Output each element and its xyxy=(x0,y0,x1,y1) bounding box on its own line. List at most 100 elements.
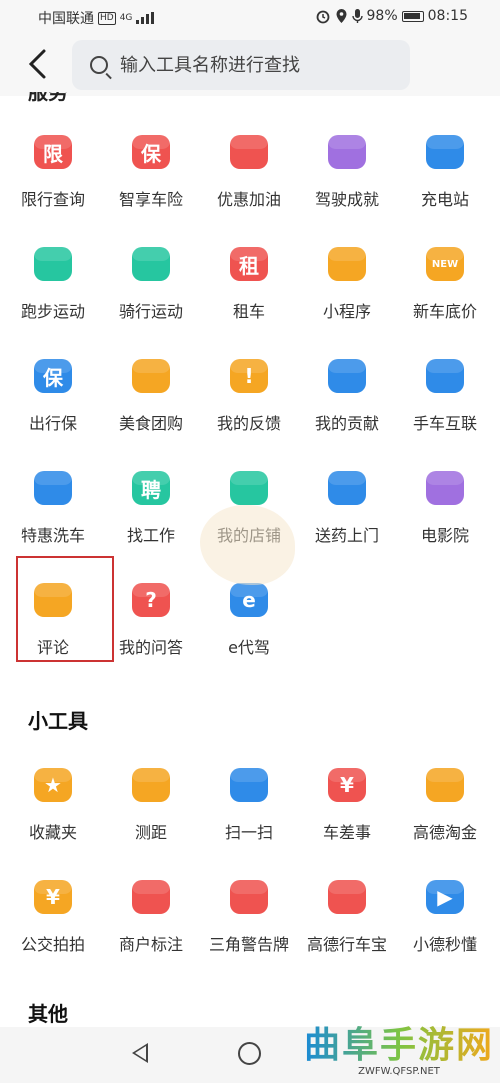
watermark-url: ZWFW.QFSP.NET xyxy=(358,1066,440,1077)
job-icon: 聘 xyxy=(129,466,173,510)
phone-car-link-icon xyxy=(423,354,467,398)
tool-tile-warning-triangle[interactable]: 三角警告牌 xyxy=(200,845,298,957)
icon-glyph: ¥ xyxy=(340,773,354,797)
tool-tile-label: 扫一扫 xyxy=(224,823,273,842)
tool-tile-film-reel[interactable]: 电影院 xyxy=(396,436,494,548)
cycling-icon xyxy=(129,242,173,286)
tool-tile-label: 我的贡献 xyxy=(314,414,379,433)
tool-tile-label: e代驾 xyxy=(228,638,270,657)
search-bar[interactable] xyxy=(72,40,410,90)
tool-tile-label: 小程序 xyxy=(322,302,371,321)
tool-tile-job[interactable]: 聘找工作 xyxy=(102,436,200,548)
tool-tile-running[interactable]: 跑步运动 xyxy=(4,212,102,324)
tool-tile-dashcam[interactable]: 高德行车宝 xyxy=(298,845,396,957)
car-insurance-icon: 保 xyxy=(129,130,173,174)
tool-tile-merchant-mark[interactable]: 商户标注 xyxy=(102,845,200,957)
battery-icon xyxy=(401,10,424,22)
tool-tile-new-car[interactable]: NEW 新车底价 xyxy=(396,212,494,324)
tool-tile-star[interactable]: ★ 收藏夹 xyxy=(4,733,102,845)
tool-tile-mini-program[interactable]: 小程序 xyxy=(298,212,396,324)
chevron-left-icon xyxy=(28,49,46,79)
search-input[interactable] xyxy=(120,54,390,76)
location-icon xyxy=(336,9,347,23)
icon-glyph: 聘 xyxy=(141,477,161,502)
tool-tile-thumbs-up[interactable]: 我的贡献 xyxy=(298,324,396,436)
tool-tile-label: 我的问答 xyxy=(118,638,183,657)
tool-tile-scan[interactable]: 扫一扫 xyxy=(200,733,298,845)
tool-tile-paper-plane[interactable]: 高德淘金 xyxy=(396,733,494,845)
charging-station-icon xyxy=(423,130,467,174)
car-wash-icon xyxy=(31,466,75,510)
tool-tile-label: 公交拍拍 xyxy=(20,935,85,954)
nav-home-icon[interactable] xyxy=(238,1042,261,1065)
icon-glyph: 限 xyxy=(43,141,63,166)
tools-section-title: 小工具 xyxy=(28,709,88,733)
tool-tile-car-errand[interactable]: ¥ 车差事 xyxy=(298,733,396,845)
fuel-pump-icon xyxy=(227,130,271,174)
warning-triangle-icon xyxy=(227,875,271,919)
tool-tile-car-rental[interactable]: 租租车 xyxy=(200,212,298,324)
tool-tile-ruler[interactable]: 测距 xyxy=(102,733,200,845)
tool-tile-charging-station[interactable]: 充电站 xyxy=(396,100,494,212)
tool-tile-cycling[interactable]: 骑行运动 xyxy=(102,212,200,324)
other-section-title: 其他 xyxy=(28,1002,68,1026)
mini-program-icon xyxy=(325,242,369,286)
icon-glyph: ! xyxy=(244,364,254,388)
running-icon xyxy=(31,242,75,286)
qa-icon: ? xyxy=(129,578,173,622)
tool-tile-trophy[interactable]: 驾驶成就 xyxy=(298,100,396,212)
tool-tile-comment[interactable]: 评论 xyxy=(4,548,114,662)
tool-tile-car-insurance[interactable]: 保智享车险 xyxy=(102,100,200,212)
tool-tile-label: 测距 xyxy=(134,823,167,842)
tool-tile-feedback[interactable]: ! 我的反馈 xyxy=(200,324,298,436)
tool-tile-travel-shield[interactable]: 保出行保 xyxy=(4,324,102,436)
clock: 08:15 xyxy=(427,8,468,24)
status-right: 98% 08:15 xyxy=(315,8,468,24)
tool-tile-food[interactable]: 美食团购 xyxy=(102,324,200,436)
tool-tile-play[interactable]: ▶ 小德秒懂 xyxy=(396,845,494,957)
tool-tile-label: 高德淘金 xyxy=(412,823,477,842)
selection-highlight-box xyxy=(16,556,114,662)
feedback-icon: ! xyxy=(227,354,271,398)
tool-tile-label: 驾驶成就 xyxy=(314,190,379,209)
icon-glyph: NEW xyxy=(431,258,459,270)
tool-tile-label: 收藏夹 xyxy=(28,823,77,842)
tool-tile-qa[interactable]: ? 我的问答 xyxy=(102,548,200,660)
nav-back-icon[interactable] xyxy=(132,1043,148,1063)
tool-tile-label: 智享车险 xyxy=(118,190,183,209)
carrier-label: 中国联通 xyxy=(38,11,94,27)
travel-shield-icon: 保 xyxy=(31,354,75,398)
tool-tile-label: 特惠洗车 xyxy=(20,526,85,545)
hd-badge: HD xyxy=(98,11,116,25)
new-car-icon: NEW xyxy=(423,242,467,286)
icon-glyph: ★ xyxy=(44,773,62,797)
tool-tile-label: 商户标注 xyxy=(118,935,183,954)
icon-glyph: 保 xyxy=(43,365,63,390)
shop-icon xyxy=(227,466,271,510)
tool-tile-label: 出行保 xyxy=(28,414,77,433)
tool-tile-restriction[interactable]: 限限行查询 xyxy=(4,100,102,212)
search-icon xyxy=(90,56,108,74)
tool-tile-bus-photo[interactable]: ¥ 公交拍拍 xyxy=(4,845,102,957)
trophy-icon xyxy=(325,130,369,174)
tool-tile-medicine[interactable]: 送药上门 xyxy=(298,436,396,548)
icon-glyph: ? xyxy=(145,588,157,612)
tool-tile-label: 优惠加油 xyxy=(216,190,281,209)
merchant-mark-icon xyxy=(129,875,173,919)
signal-icon xyxy=(136,12,155,24)
dashcam-icon xyxy=(325,875,369,919)
back-button[interactable] xyxy=(26,48,58,82)
paper-plane-icon xyxy=(423,763,467,807)
tool-tile-label: 新车底价 xyxy=(412,302,477,321)
film-reel-icon xyxy=(423,466,467,510)
network-type: 4G xyxy=(119,13,133,23)
tool-tile-label: 跑步运动 xyxy=(20,302,85,321)
tool-tile-phone-car-link[interactable]: 手车互联 xyxy=(396,324,494,436)
tool-tile-fuel-pump[interactable]: 优惠加油 xyxy=(200,100,298,212)
site-watermark: 曲阜手游网 ZWFW.QFSP.NET xyxy=(304,1026,494,1078)
tool-tile-label: 手车互联 xyxy=(412,414,477,433)
medicine-icon xyxy=(325,466,369,510)
microphone-icon xyxy=(351,9,363,23)
tool-tile-label: 三角警告牌 xyxy=(208,935,289,954)
tool-tile-car-wash[interactable]: 特惠洗车 xyxy=(4,436,102,548)
